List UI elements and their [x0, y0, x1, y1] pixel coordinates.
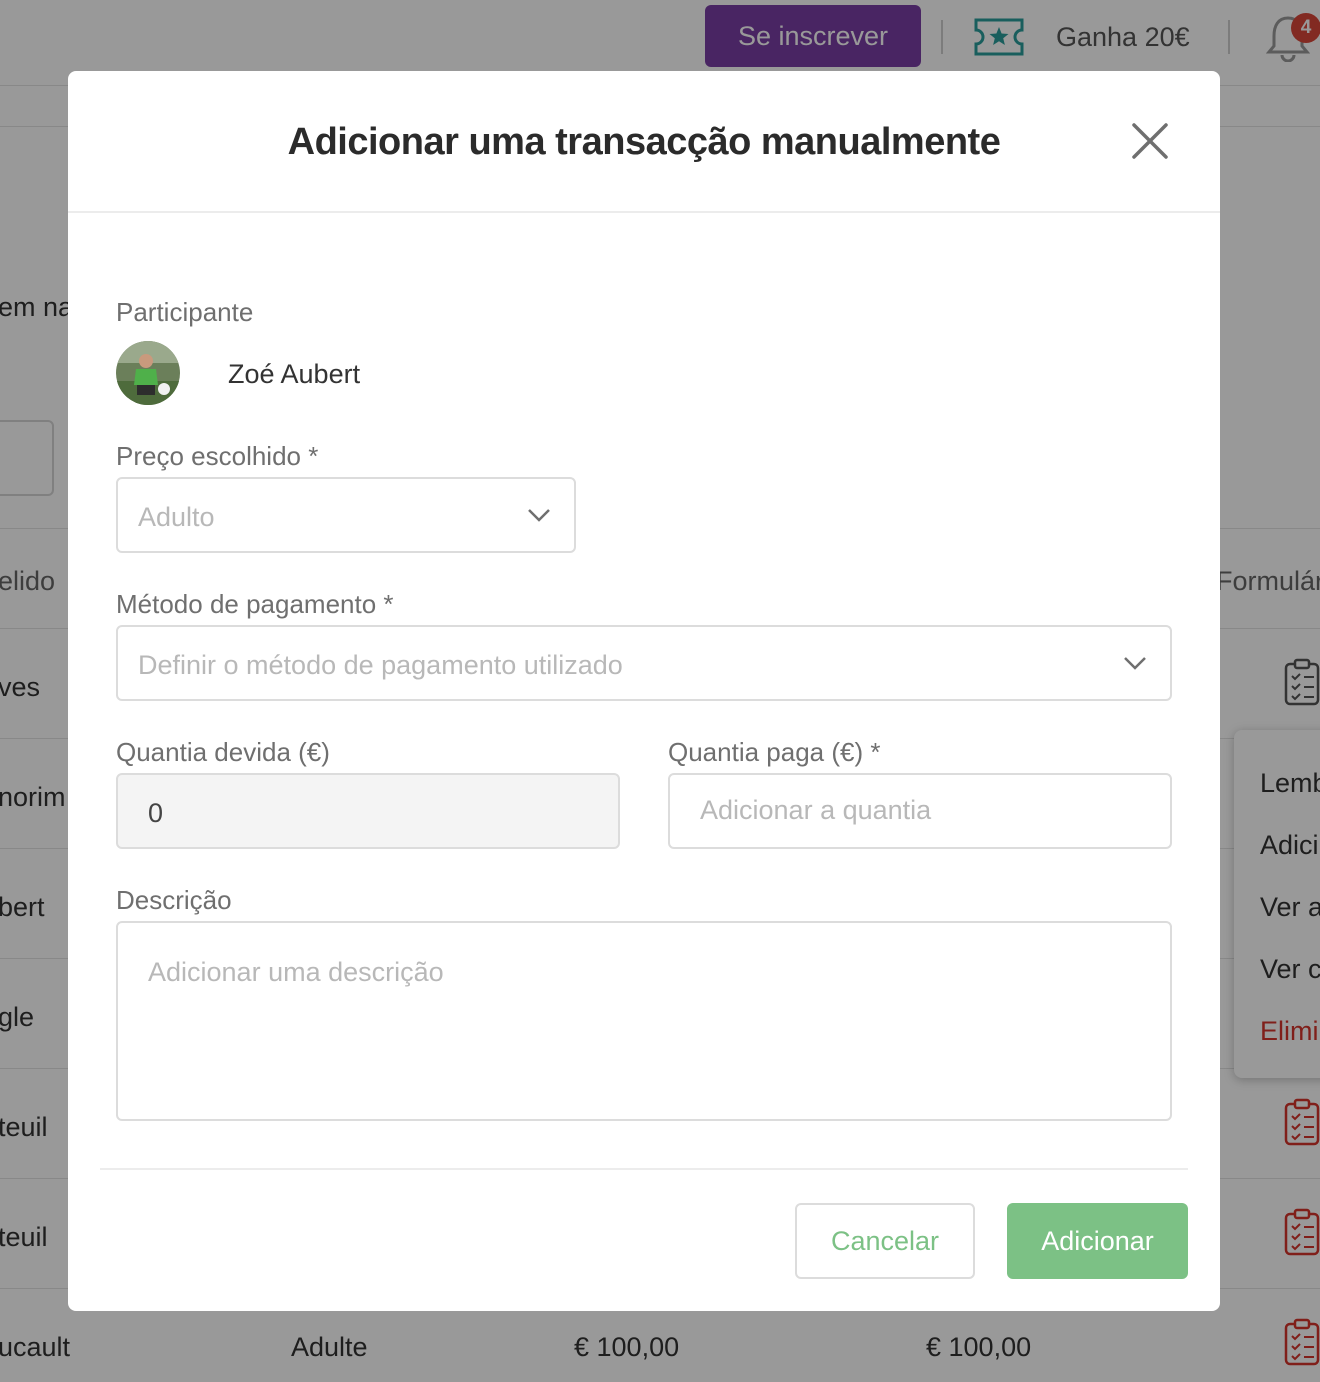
amount-paid-label: Quantia paga (€) *: [668, 737, 881, 767]
participant-name: Zoé Aubert: [228, 359, 361, 389]
payment-method-placeholder: Definir o método de pagamento utilizado: [138, 650, 623, 680]
amount-owed-field: 0: [116, 773, 620, 849]
avatar: [116, 341, 180, 405]
price-select[interactable]: Adulto: [116, 477, 576, 553]
price-label: Preço escolhido *: [116, 441, 319, 471]
chevron-down-icon: [1124, 657, 1146, 670]
divider: [100, 1168, 1188, 1170]
payment-method-select[interactable]: Definir o método de pagamento utilizado: [116, 625, 1172, 701]
description-label: Descrição: [116, 885, 232, 915]
description-textarea[interactable]: [116, 921, 1172, 1121]
payment-method-label: Método de pagamento *: [116, 589, 394, 619]
modal-title: Adicionar uma transacção manualmente: [287, 121, 1001, 163]
close-icon[interactable]: [1130, 121, 1170, 161]
modal-header: Adicionar uma transacção manualmente: [68, 71, 1220, 213]
price-select-value: Adulto: [138, 502, 215, 532]
chevron-down-icon: [528, 509, 550, 522]
amount-owed-value: 0: [148, 798, 164, 828]
add-transaction-modal: Adicionar uma transacção manualmente Par…: [68, 71, 1220, 1311]
amount-paid-input[interactable]: [700, 795, 1140, 826]
add-button[interactable]: Adicionar: [1007, 1203, 1188, 1279]
cancel-button[interactable]: Cancelar: [795, 1203, 975, 1279]
participant-label: Participante: [116, 297, 254, 327]
amount-paid-field[interactable]: [668, 773, 1172, 849]
amount-owed-label: Quantia devida (€): [116, 737, 330, 767]
